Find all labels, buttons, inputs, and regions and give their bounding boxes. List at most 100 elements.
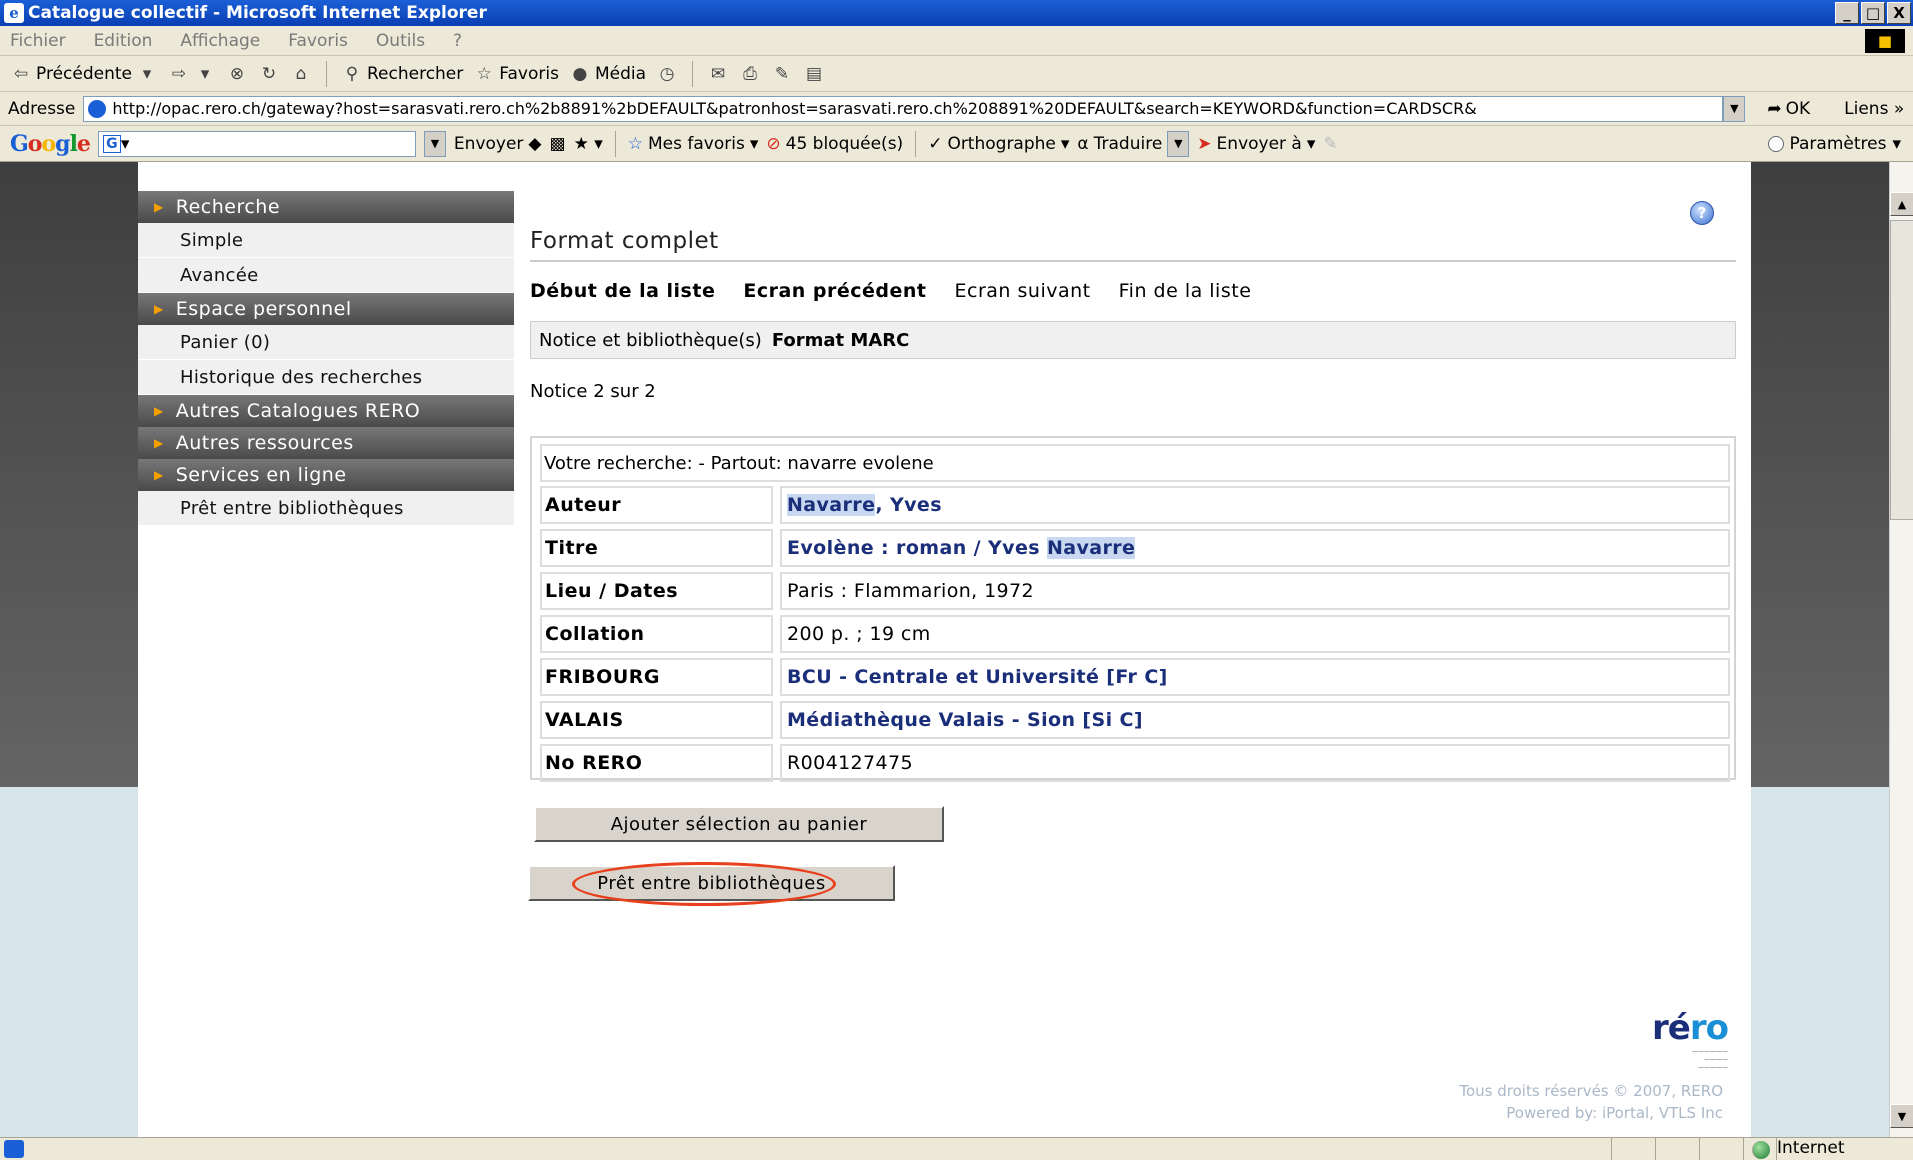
maximize-button[interactable]: □ <box>1861 2 1885 24</box>
spelling-button[interactable]: ✓ Orthographe ▾ <box>928 134 1069 154</box>
discuss-icon[interactable]: ▤ <box>803 63 825 85</box>
edit-icon[interactable]: ✎ <box>771 63 793 85</box>
sidebar-item-historique[interactable]: Historique des recherches <box>138 360 514 395</box>
menu-fichier[interactable]: Fichier <box>10 31 66 51</box>
sidebar-item-avancee[interactable]: Avancée <box>138 258 514 293</box>
news-icon[interactable]: ▩ <box>550 134 566 154</box>
scroll-thumb[interactable] <box>1890 220 1913 520</box>
popup-blocker-button[interactable]: ⊘ 45 bloquée(s) <box>766 134 903 154</box>
media-label: Média <box>594 63 646 84</box>
author-rest: , Yves <box>875 494 942 516</box>
translate-button[interactable]: α Traduire ▼ <box>1077 130 1190 157</box>
nav-first-link[interactable]: Début de la liste <box>530 280 715 302</box>
page-title: Format complet <box>530 228 719 254</box>
send-to-button[interactable]: ➤ Envoyer à ▾ <box>1197 134 1315 154</box>
history-icon[interactable]: ◷ <box>656 63 678 85</box>
footer: Tous droits réservés © 2007, RERO Powere… <box>1459 1080 1723 1124</box>
spelling-label: Orthographe <box>947 133 1056 154</box>
vertical-scrollbar[interactable]: ▲ ▼ <box>1889 162 1913 1137</box>
translate-dropdown-icon[interactable]: ▼ <box>1167 130 1190 157</box>
library-link-valais[interactable]: Médiathèque Valais - Sion [Si C] <box>780 701 1730 739</box>
minimize-button[interactable]: _ <box>1835 2 1859 24</box>
scroll-down-icon[interactable]: ▼ <box>1890 1104 1913 1128</box>
record-label: FRIBOURG <box>540 658 773 696</box>
record-row-fribourg: FRIBOURG BCU - Centrale et Université [F… <box>540 658 1730 696</box>
menu-affichage[interactable]: Affichage <box>180 31 260 51</box>
my-favorites-button[interactable]: ☆ Mes favoris ▾ <box>628 134 759 154</box>
mail-icon[interactable]: ✉ <box>707 63 729 85</box>
media-button[interactable]: ● Média <box>569 63 646 85</box>
pagerank-icon[interactable]: ★ ▾ <box>574 134 603 154</box>
forward-button[interactable]: ⇨ ▾ <box>168 63 216 85</box>
nav-last-label: Fin de la liste <box>1118 280 1252 302</box>
favorites-button[interactable]: ☆ Favoris <box>473 63 559 85</box>
page-icon <box>88 99 107 118</box>
settings-button[interactable]: Paramètres ▾ <box>1767 134 1901 154</box>
favorites-icon: ☆ <box>476 63 492 84</box>
record-tabs: Notice et bibliothèque(s) Format MARC <box>530 321 1736 359</box>
sidebar-head-recherche[interactable]: ▶ Recherche <box>138 191 514 223</box>
library-link-fribourg[interactable]: BCU - Centrale et Université [Fr C] <box>780 658 1730 696</box>
address-label: Adresse <box>8 98 76 119</box>
window-titlebar: e Catalogue collectif - Microsoft Intern… <box>0 0 1913 26</box>
links-button[interactable]: Liens » <box>1844 99 1904 119</box>
address-dropdown-icon[interactable]: ▼ <box>1723 95 1746 122</box>
search-label: Rechercher <box>366 63 464 84</box>
back-button[interactable]: ⇦ Précédente ▾ <box>10 63 158 85</box>
triangle-right-icon: ▶ <box>154 436 164 450</box>
forward-arrow-icon: ⇨ <box>171 63 187 84</box>
search-button[interactable]: ⚲ Rechercher <box>341 63 464 85</box>
google-logo[interactable]: Google <box>10 130 91 157</box>
menu-favoris[interactable]: Favoris <box>288 31 348 51</box>
add-to-basket-button[interactable]: Ajouter sélection au panier <box>534 806 944 842</box>
interlibrary-loan-button[interactable]: Prêt entre bibliothèques <box>528 865 895 901</box>
google-logo-letter: G <box>10 130 29 157</box>
stop-icon[interactable]: ⊗ <box>226 63 248 85</box>
author-link[interactable]: Navarre, Yves <box>780 486 1730 524</box>
title-text: Evolène : roman / Yves <box>787 537 1047 559</box>
title-link[interactable]: Evolène : roman / Yves Navarre <box>780 529 1730 567</box>
sidebar-item-panier[interactable]: Panier (0) <box>138 325 514 360</box>
tab-format-marc[interactable]: Format MARC <box>772 330 910 351</box>
print-icon[interactable]: ⎙ <box>739 63 761 85</box>
google-g-dropdown-icon[interactable]: ▾ <box>121 134 130 154</box>
google-search-input[interactable]: G ▾ <box>97 130 416 157</box>
status-cell <box>1655 1138 1699 1160</box>
home-icon[interactable]: ⌂ <box>290 63 312 85</box>
sidebar-item-simple[interactable]: Simple <box>138 223 514 258</box>
triangle-right-icon: ▶ <box>154 468 164 482</box>
sidebar-item-pret-entre-bibliotheques[interactable]: Prêt entre bibliothèques <box>138 491 514 526</box>
sidebar-head-autres-catalogues[interactable]: ▶ Autres Catalogues RERO <box>138 395 514 427</box>
menu-help[interactable]: ? <box>453 31 462 51</box>
scroll-up-icon[interactable]: ▲ <box>1890 192 1913 216</box>
sidebar-head-services-en-ligne[interactable]: ▶ Services en ligne <box>138 459 514 491</box>
forward-dropdown-icon[interactable]: ▾ <box>194 63 216 85</box>
help-icon[interactable]: ? <box>1690 201 1714 225</box>
go-button[interactable]: ➦ OK <box>1767 99 1810 119</box>
result-navigation: Début de la liste Ecran précédent Ecran … <box>530 280 1251 302</box>
pencil-icon[interactable]: ✎ <box>1323 134 1337 154</box>
send-to-label: Envoyer à <box>1216 133 1302 154</box>
refresh-icon[interactable]: ↻ <box>258 63 280 85</box>
notice-count: Notice 2 sur 2 <box>530 381 656 402</box>
sidebar-head-espace-personnel[interactable]: ▶ Espace personnel <box>138 293 514 325</box>
google-g-icon: G <box>102 134 121 153</box>
ie-logo-icon: e <box>4 3 24 23</box>
sidebar-head-autres-ressources[interactable]: ▶ Autres ressources <box>138 427 514 459</box>
status-cell <box>1611 1138 1655 1160</box>
back-label: Précédente <box>36 63 132 84</box>
address-input[interactable]: http://opac.rero.ch/gateway?host=sarasva… <box>83 95 1724 122</box>
close-button[interactable]: X <box>1887 2 1911 24</box>
menu-edition[interactable]: Edition <box>94 31 153 51</box>
nav-previous-link[interactable]: Ecran précédent <box>743 280 926 302</box>
google-dropdown-icon[interactable]: ▼ <box>423 130 446 157</box>
record-row-lieu-dates: Lieu / Dates Paris : Flammarion, 1972 <box>540 572 1730 610</box>
menu-outils[interactable]: Outils <box>376 31 425 51</box>
rero-wordmark-re: ré <box>1652 1008 1691 1048</box>
google-logo-letter: e <box>76 130 91 157</box>
record-label: VALAIS <box>540 701 773 739</box>
triangle-right-icon: ▶ <box>154 404 164 418</box>
spellcheck-icon: ✓ <box>928 133 943 154</box>
google-send-button[interactable]: Envoyer ◆ <box>454 134 542 154</box>
back-dropdown-icon[interactable]: ▾ <box>136 63 158 85</box>
